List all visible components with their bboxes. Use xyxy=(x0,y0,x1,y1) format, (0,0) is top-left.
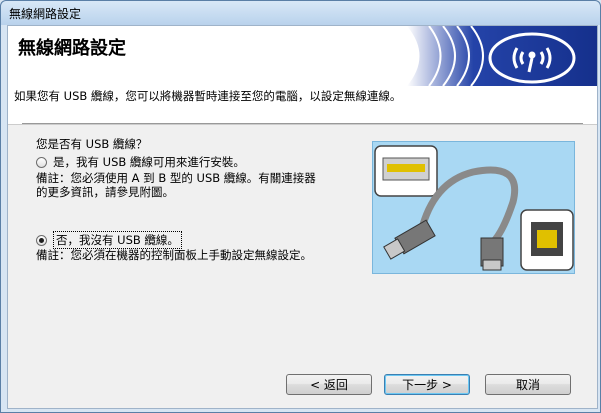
option-no-label[interactable]: 否，我沒有 USB 纜線。 xyxy=(53,231,182,249)
dialog-content: 無線網路設定 如果您有 USB 纜線，您可以將機器暫時連接至您的電腦，以設定無線… xyxy=(7,25,598,409)
radio-yes[interactable] xyxy=(36,156,47,168)
window-title: 無線網路設定 xyxy=(9,7,82,21)
banner-title: 無線網路設定 xyxy=(18,38,126,59)
header-banner: 無線網路設定 xyxy=(8,26,597,86)
option-no-note: 備註：您必須在機器的控制面板上手動設定無線設定。 xyxy=(36,248,312,262)
option-no[interactable]: 否，我沒有 USB 纜線。 xyxy=(36,231,182,249)
usb-cable-illustration xyxy=(372,141,575,274)
next-button[interactable]: 下一步 > xyxy=(384,374,470,395)
title-bar[interactable]: 無線網路設定 xyxy=(1,1,600,25)
wifi-signal-icon xyxy=(407,26,597,86)
divider xyxy=(22,123,583,124)
option-yes-note: 備註：您必須使用 A 到 B 型的 USB 纜線。有關連接器 的更多資訊，請參見… xyxy=(36,171,316,199)
radio-no[interactable] xyxy=(36,234,47,246)
question-text: 您是否有 USB 纜線？ xyxy=(36,137,148,151)
usb-cable-icon xyxy=(373,142,574,273)
option-yes-note-line2: 的更多資訊，請參見附圖。 xyxy=(36,185,174,199)
option-no-note-line1: 備註：您必須在機器的控制面板上手動設定無線設定。 xyxy=(36,248,312,262)
intro-panel: 如果您有 USB 纜線，您可以將機器暫時連接至您的電腦，以設定無線連線。 xyxy=(8,86,597,125)
option-yes-label[interactable]: 是，我有 USB 纜線可用來進行安裝。 xyxy=(53,154,245,170)
option-yes[interactable]: 是，我有 USB 纜線可用來進行安裝。 xyxy=(36,154,245,170)
option-yes-note-line1: 備註：您必須使用 A 到 B 型的 USB 纜線。有關連接器 xyxy=(36,171,316,185)
cancel-button[interactable]: 取消 xyxy=(485,374,571,395)
dialog-window: 無線網路設定 無線網路設定 如果您有 USB 纜線，您可以將機器暫時連接至您的電… xyxy=(0,0,601,413)
intro-text: 如果您有 USB 纜線，您可以將機器暫時連接至您的電腦，以設定無線連線。 xyxy=(14,89,402,103)
back-button[interactable]: < 返回 xyxy=(286,374,372,395)
